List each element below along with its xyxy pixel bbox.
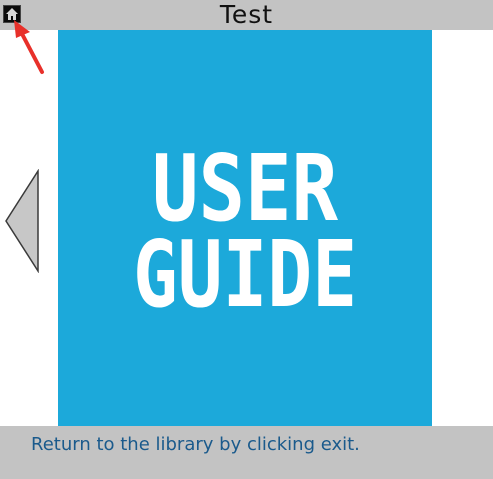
user-guide-cover: USER GUIDE (58, 30, 432, 426)
title-bar: Test (0, 0, 493, 30)
cover-title-line-2: GUIDE (133, 221, 357, 328)
footer-message: Return to the library by clicking exit. (31, 434, 360, 455)
triangle-left-icon (5, 168, 39, 274)
red-arrow-icon (14, 20, 44, 74)
footer-bar: Return to the library by clicking exit. (0, 426, 493, 479)
previous-page-button[interactable] (4, 168, 40, 274)
cover-art: USER GUIDE (133, 135, 357, 328)
app-window: Test USER GUIDE Return to the library by… (0, 0, 493, 479)
window-title: Test (219, 0, 274, 29)
